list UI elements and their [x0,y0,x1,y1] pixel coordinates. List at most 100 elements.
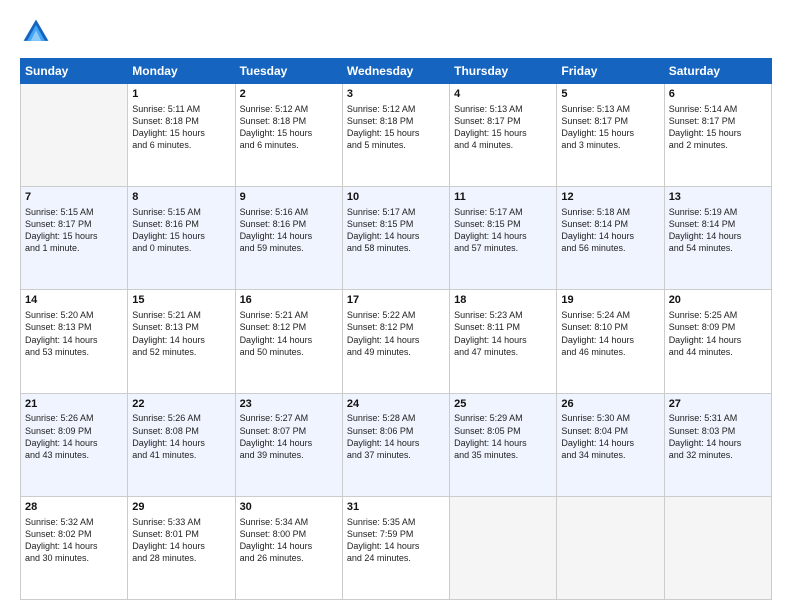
day-info: Sunset: 8:17 PM [669,115,767,127]
calendar-cell: 6Sunrise: 5:14 AMSunset: 8:17 PMDaylight… [664,84,771,187]
day-info: Sunset: 8:12 PM [347,321,445,333]
day-info: Sunrise: 5:17 AM [347,206,445,218]
calendar-cell: 23Sunrise: 5:27 AMSunset: 8:07 PMDayligh… [235,393,342,496]
calendar-week-4: 21Sunrise: 5:26 AMSunset: 8:09 PMDayligh… [21,393,772,496]
day-info: Sunrise: 5:29 AM [454,412,552,424]
day-info: Sunset: 8:09 PM [669,321,767,333]
day-info: Sunrise: 5:20 AM [25,309,123,321]
calendar-cell: 9Sunrise: 5:16 AMSunset: 8:16 PMDaylight… [235,187,342,290]
day-info: Sunrise: 5:18 AM [561,206,659,218]
day-info: Sunset: 8:04 PM [561,425,659,437]
day-info: Sunset: 8:15 PM [347,218,445,230]
day-number: 8 [132,190,230,205]
day-info: and 30 minutes. [25,552,123,564]
calendar-header-tuesday: Tuesday [235,59,342,84]
day-info: and 39 minutes. [240,449,338,461]
day-info: Sunset: 8:08 PM [132,425,230,437]
day-info: Sunset: 8:15 PM [454,218,552,230]
day-number: 13 [669,190,767,205]
calendar-header-row: SundayMondayTuesdayWednesdayThursdayFrid… [21,59,772,84]
day-info: and 46 minutes. [561,346,659,358]
day-info: Daylight: 15 hours [669,127,767,139]
day-info: Daylight: 14 hours [132,334,230,346]
day-info: Sunset: 8:02 PM [25,528,123,540]
day-info: and 3 minutes. [561,139,659,151]
day-info: Daylight: 14 hours [240,437,338,449]
day-info: and 41 minutes. [132,449,230,461]
day-number: 6 [669,87,767,102]
day-info: Sunrise: 5:16 AM [240,206,338,218]
day-number: 23 [240,397,338,412]
calendar-header-wednesday: Wednesday [342,59,449,84]
calendar-cell: 28Sunrise: 5:32 AMSunset: 8:02 PMDayligh… [21,496,128,599]
day-info: and 50 minutes. [240,346,338,358]
day-info: Daylight: 14 hours [561,334,659,346]
day-number: 30 [240,500,338,515]
day-info: Sunrise: 5:13 AM [561,103,659,115]
day-info: Sunrise: 5:12 AM [240,103,338,115]
day-number: 24 [347,397,445,412]
day-info: Sunset: 8:14 PM [669,218,767,230]
day-info: and 6 minutes. [240,139,338,151]
day-info: Daylight: 14 hours [25,334,123,346]
calendar-week-2: 7Sunrise: 5:15 AMSunset: 8:17 PMDaylight… [21,187,772,290]
calendar-header-thursday: Thursday [450,59,557,84]
day-number: 3 [347,87,445,102]
day-info: and 43 minutes. [25,449,123,461]
calendar-cell: 19Sunrise: 5:24 AMSunset: 8:10 PMDayligh… [557,290,664,393]
day-info: and 6 minutes. [132,139,230,151]
calendar-cell: 2Sunrise: 5:12 AMSunset: 8:18 PMDaylight… [235,84,342,187]
calendar-cell: 14Sunrise: 5:20 AMSunset: 8:13 PMDayligh… [21,290,128,393]
day-info: Sunrise: 5:31 AM [669,412,767,424]
day-info: Sunrise: 5:21 AM [240,309,338,321]
day-info: and 49 minutes. [347,346,445,358]
day-info: and 0 minutes. [132,242,230,254]
day-info: Sunrise: 5:24 AM [561,309,659,321]
day-info: Sunset: 8:10 PM [561,321,659,333]
day-info: and 57 minutes. [454,242,552,254]
day-number: 16 [240,293,338,308]
day-info: Sunset: 8:18 PM [240,115,338,127]
day-number: 21 [25,397,123,412]
day-info: and 4 minutes. [454,139,552,151]
day-info: Sunset: 8:11 PM [454,321,552,333]
day-number: 25 [454,397,552,412]
calendar-cell: 21Sunrise: 5:26 AMSunset: 8:09 PMDayligh… [21,393,128,496]
day-info: Sunset: 8:07 PM [240,425,338,437]
day-info: and 56 minutes. [561,242,659,254]
day-info: Sunrise: 5:27 AM [240,412,338,424]
calendar-cell: 5Sunrise: 5:13 AMSunset: 8:17 PMDaylight… [557,84,664,187]
day-info: Sunrise: 5:26 AM [25,412,123,424]
calendar-cell: 13Sunrise: 5:19 AMSunset: 8:14 PMDayligh… [664,187,771,290]
day-number: 10 [347,190,445,205]
calendar-week-5: 28Sunrise: 5:32 AMSunset: 8:02 PMDayligh… [21,496,772,599]
calendar-cell: 25Sunrise: 5:29 AMSunset: 8:05 PMDayligh… [450,393,557,496]
day-info: Sunrise: 5:22 AM [347,309,445,321]
logo-icon [20,16,52,48]
calendar-cell: 29Sunrise: 5:33 AMSunset: 8:01 PMDayligh… [128,496,235,599]
day-info: Sunset: 8:05 PM [454,425,552,437]
day-info: Daylight: 15 hours [132,127,230,139]
day-info: Sunrise: 5:12 AM [347,103,445,115]
day-info: Daylight: 14 hours [240,230,338,242]
day-number: 1 [132,87,230,102]
day-info: and 54 minutes. [669,242,767,254]
day-number: 22 [132,397,230,412]
calendar-cell [664,496,771,599]
day-info: Sunset: 8:01 PM [132,528,230,540]
day-info: and 26 minutes. [240,552,338,564]
day-info: Sunrise: 5:19 AM [669,206,767,218]
calendar-cell: 7Sunrise: 5:15 AMSunset: 8:17 PMDaylight… [21,187,128,290]
day-info: and 52 minutes. [132,346,230,358]
day-info: Daylight: 14 hours [561,230,659,242]
day-info: Sunset: 8:03 PM [669,425,767,437]
day-info: and 5 minutes. [347,139,445,151]
calendar-cell: 27Sunrise: 5:31 AMSunset: 8:03 PMDayligh… [664,393,771,496]
calendar-cell: 30Sunrise: 5:34 AMSunset: 8:00 PMDayligh… [235,496,342,599]
day-number: 2 [240,87,338,102]
day-number: 20 [669,293,767,308]
calendar-cell: 22Sunrise: 5:26 AMSunset: 8:08 PMDayligh… [128,393,235,496]
day-info: Sunrise: 5:33 AM [132,516,230,528]
calendar-cell [21,84,128,187]
day-info: Sunset: 8:06 PM [347,425,445,437]
